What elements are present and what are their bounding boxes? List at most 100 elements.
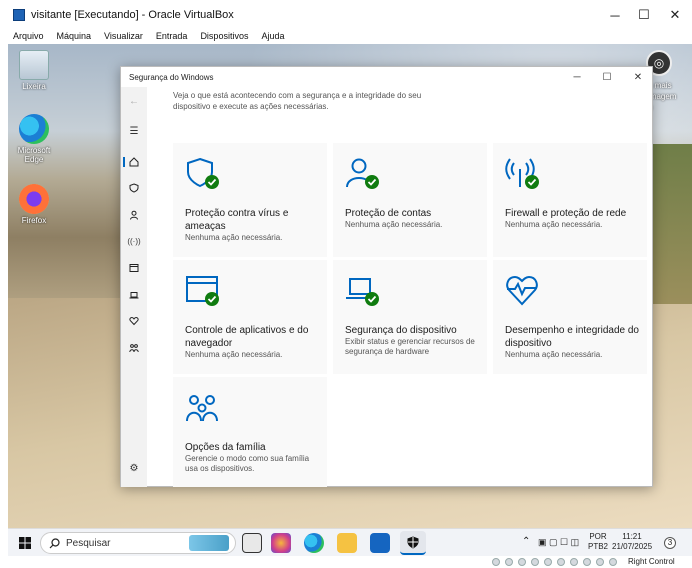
menu-maquina[interactable]: Máquina <box>57 30 92 44</box>
security-sidebar: ← ☰ ((·)) ⚙ <box>121 87 147 487</box>
heart-icon[interactable] <box>121 313 147 329</box>
desktop-icon-recycle-bin[interactable]: Lixeira <box>9 50 59 91</box>
card-family-options[interactable]: Opções da família Gerencie o modo como s… <box>173 377 327 487</box>
laptop-icon[interactable] <box>121 287 147 303</box>
security-intro-text: Veja o que está acontecendo com a segura… <box>173 91 422 111</box>
recording-status-icon[interactable] <box>583 558 591 566</box>
desktop-icon-label: Microsoft Edge <box>17 146 51 164</box>
settings-gear-icon[interactable]: ⚙ <box>121 460 147 476</box>
language-code: POR <box>589 532 607 541</box>
desktop-icon-label: Lixeira <box>22 82 46 91</box>
vbox-titlebar: visitante [Executando] - Oracle VirtualB… <box>0 0 692 30</box>
vbox-close-button[interactable]: ✕ <box>658 0 692 30</box>
security-window-title: Segurança do Windows <box>129 72 214 82</box>
host-key-label: Right Control <box>628 557 675 566</box>
family-icon <box>186 395 218 422</box>
shield-check-icon <box>187 157 219 189</box>
vbox-statusbar: Right Control <box>0 556 692 568</box>
home-icon[interactable] <box>121 154 147 170</box>
tray-chevron-up-icon[interactable]: ⌃ <box>522 537 530 547</box>
card-status: Exibir status e gerenciar recursos de se… <box>345 337 475 356</box>
menu-visualizar[interactable]: Visualizar <box>104 30 143 44</box>
card-device-performance[interactable]: Desempenho e integridade do dispositivo … <box>493 260 647 374</box>
clock-date: 21/07/2025 <box>612 542 653 551</box>
outlook-icon[interactable] <box>370 533 390 553</box>
mouse-status-icon[interactable] <box>609 558 617 566</box>
vbox-maximize-button[interactable]: ☐ <box>627 0 661 30</box>
card-virus-protection[interactable]: Proteção contra vírus e ameaças Nenhuma … <box>173 143 327 257</box>
card-account-protection[interactable]: Proteção de contas Nenhuma ação necessár… <box>333 143 487 257</box>
edge-taskbar-icon[interactable] <box>304 533 324 553</box>
antenna-check-icon <box>505 158 539 189</box>
optical-status-icon[interactable] <box>505 558 513 566</box>
menu-ajuda[interactable]: Ajuda <box>261 30 284 44</box>
card-title: Proteção contra vírus e ameaças <box>185 208 289 232</box>
audio-status-icon[interactable] <box>518 558 526 566</box>
search-placeholder: Pesquisar <box>66 537 111 549</box>
desktop-icon-label: Firefox <box>21 216 47 225</box>
wifi-antenna-icon[interactable]: ((·)) <box>121 233 147 249</box>
security-minimize-button[interactable]: ─ <box>562 67 592 87</box>
card-title: Firewall e proteção de rede <box>505 208 627 219</box>
browser-icon[interactable] <box>121 260 147 276</box>
edge-icon <box>19 114 49 144</box>
card-status: Nenhuma ação necessária. <box>185 350 283 359</box>
security-content: Veja o que está acontecendo com a segura… <box>147 87 653 487</box>
person-icon[interactable] <box>121 207 147 223</box>
card-title: Opções da família <box>185 442 266 453</box>
usb-status-icon[interactable] <box>544 558 552 566</box>
card-status: Nenhuma ação necessária. <box>185 233 283 242</box>
windows-start-icon[interactable] <box>12 529 38 557</box>
cpu-status-icon[interactable] <box>596 558 604 566</box>
search-icon <box>49 537 60 548</box>
clock[interactable]: 11:21 21/07/2025 <box>612 532 652 552</box>
taskbar-search-box[interactable]: Pesquisar <box>40 532 236 554</box>
card-title: Proteção de contas <box>345 208 432 219</box>
tray-apps-icon[interactable]: ▣ ▢ ☐ ◫ <box>538 537 579 547</box>
shield-icon[interactable] <box>121 180 147 196</box>
person-check-icon <box>346 158 379 189</box>
menu-dispositivos[interactable]: Dispositivos <box>200 30 248 44</box>
card-status: Gerencie o modo como sua família usa os … <box>185 454 310 473</box>
heart-pulse-icon <box>506 275 538 306</box>
display-status-icon[interactable] <box>570 558 578 566</box>
card-title: Segurança do dispositivo <box>345 325 457 336</box>
security-maximize-button[interactable]: ☐ <box>592 67 622 87</box>
menu-entrada[interactable]: Entrada <box>156 30 188 44</box>
notification-count-badge[interactable]: 3 <box>664 537 676 549</box>
laptop-check-icon <box>346 278 379 306</box>
family-icon[interactable] <box>121 340 147 356</box>
hdd-status-icon[interactable] <box>492 558 500 566</box>
guest-taskbar: Pesquisar ⌃ ▣ ▢ ☐ ◫ POR PTB2 11:21 21/07… <box>8 528 692 556</box>
card-status: Nenhuma ação necessária. <box>505 220 603 229</box>
language-indicator[interactable]: POR PTB2 <box>588 532 608 552</box>
browser-check-icon <box>186 276 219 306</box>
security-close-button[interactable]: ✕ <box>623 67 653 87</box>
vbox-window-title: visitante [Executando] - Oracle VirtualB… <box>31 9 234 21</box>
card-app-browser-control[interactable]: Controle de aplicativos e do navegador N… <box>173 260 327 374</box>
card-title: Controle de aplicativos e do navegador <box>185 325 309 349</box>
card-status: Nenhuma ação necessária. <box>345 220 443 229</box>
back-arrow-icon[interactable]: ← <box>121 93 147 109</box>
desktop-icon-edge[interactable]: Microsoft Edge <box>9 114 59 164</box>
security-titlebar: Segurança do Windows ─ ☐ ✕ <box>121 67 652 87</box>
windows-security-taskbar-icon[interactable] <box>400 531 426 555</box>
shared-folder-status-icon[interactable] <box>557 558 565 566</box>
copilot-icon[interactable] <box>271 533 291 553</box>
keyboard-layout: PTB2 <box>588 542 609 551</box>
clock-time: 11:21 <box>622 532 642 541</box>
file-explorer-icon[interactable] <box>337 533 357 553</box>
hamburger-menu-icon[interactable]: ☰ <box>121 123 147 139</box>
menu-arquivo[interactable]: Arquivo <box>13 30 44 44</box>
card-firewall[interactable]: Firewall e proteção de rede Nenhuma ação… <box>493 143 647 257</box>
virtualbox-icon <box>13 9 25 21</box>
search-highlight-icon <box>189 535 229 551</box>
firefox-icon <box>19 184 49 214</box>
recycle-bin-icon <box>19 50 49 80</box>
network-status-icon[interactable] <box>531 558 539 566</box>
desktop-icon-firefox[interactable]: Firefox <box>9 184 59 225</box>
card-device-security[interactable]: Segurança do dispositivo Exibir status e… <box>333 260 487 374</box>
task-view-icon[interactable] <box>242 533 262 553</box>
windows-security-window: Segurança do Windows ─ ☐ ✕ ← ☰ ((·)) ⚙ V… <box>120 66 653 487</box>
vbox-menubar: Arquivo Máquina Visualizar Entrada Dispo… <box>0 30 692 44</box>
